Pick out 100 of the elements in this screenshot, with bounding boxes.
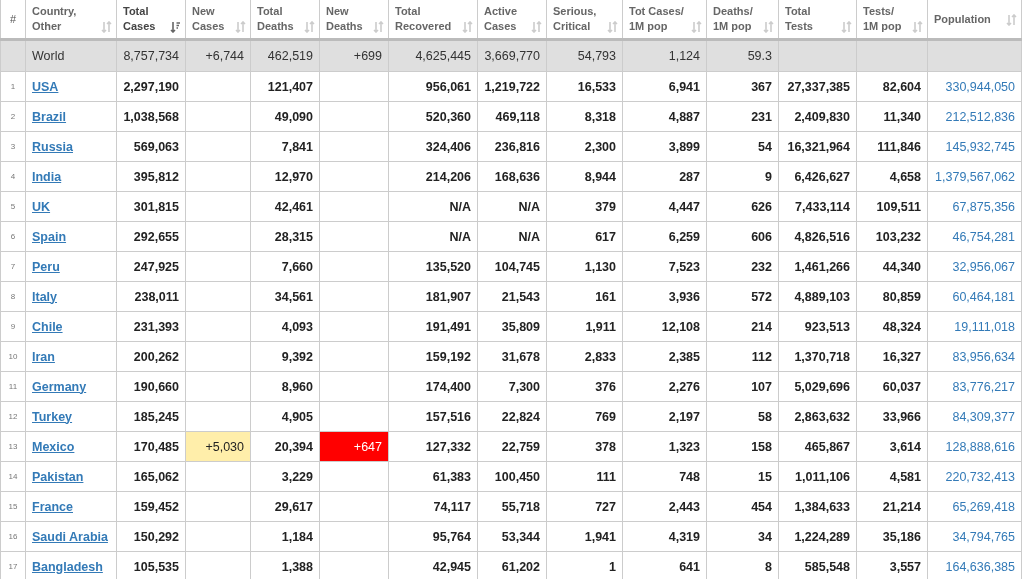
population-cell: 32,956,067 <box>927 251 1022 282</box>
total-recovered-cell: 157,516 <box>388 401 478 432</box>
active-cases-cell: 7,300 <box>477 371 547 402</box>
tests-per-million-cell: 60,037 <box>856 371 928 402</box>
total-cases-cell: 231,393 <box>116 311 186 342</box>
deaths-per-million-cell: 107 <box>706 371 779 402</box>
population-cell: 212,512,836 <box>927 101 1022 132</box>
deaths-per-million-cell: 34 <box>706 521 779 552</box>
total-tests-cell: 4,889,103 <box>778 281 857 312</box>
total-cases-cell: 301,815 <box>116 191 186 222</box>
total-cases-cell: 238,011 <box>116 281 186 312</box>
tests-per-million-cell: 80,859 <box>856 281 928 312</box>
sort-icon[interactable] <box>170 21 181 33</box>
total-cases-cell: 395,812 <box>116 161 186 192</box>
deaths-per-million-cell: 626 <box>706 191 779 222</box>
total-deaths-cell: 462,519 <box>250 39 320 72</box>
active-cases-cell: 236,816 <box>477 131 547 162</box>
active-cases-cell: 22,824 <box>477 401 547 432</box>
total-deaths-cell: 29,617 <box>250 491 320 522</box>
cases-per-million-cell: 6,259 <box>622 221 707 252</box>
total-tests-cell: 465,867 <box>778 431 857 462</box>
population-cell: 83,956,634 <box>927 341 1022 372</box>
deaths-per-million-cell: 59.3 <box>706 39 779 72</box>
total-deaths-cell: 20,394 <box>250 431 320 462</box>
country-link[interactable]: Italy <box>32 289 57 304</box>
total-recovered-cell: 191,491 <box>388 311 478 342</box>
total-tests-cell: 6,426,627 <box>778 161 857 192</box>
total-cases-cell: 8,757,734 <box>116 39 186 72</box>
new-cases-cell: +6,744 <box>185 39 251 72</box>
deaths-per-million-cell: 572 <box>706 281 779 312</box>
population-cell: 145,932,745 <box>927 131 1022 162</box>
country-link[interactable]: India <box>32 169 62 184</box>
serious-critical-cell: 769 <box>546 401 623 432</box>
tests-per-million-cell: 48,324 <box>856 311 928 342</box>
new-deaths-cell: +699 <box>319 39 389 72</box>
cases-per-million-cell: 2,443 <box>622 491 707 522</box>
serious-critical-cell: 727 <box>546 491 623 522</box>
rank-cell: 16 <box>0 521 26 552</box>
active-cases-cell: 31,678 <box>477 341 547 372</box>
total-recovered-cell: 956,061 <box>388 71 478 102</box>
total-cases-cell: 2,297,190 <box>116 71 186 102</box>
total-cases-cell: 200,262 <box>116 341 186 372</box>
cases-per-million-cell: 2,276 <box>622 371 707 402</box>
region-name: World <box>25 39 117 72</box>
new-deaths-cell: +647 <box>319 431 389 462</box>
total-recovered-cell: 135,520 <box>388 251 478 282</box>
tests-per-million-cell: 109,511 <box>856 191 928 222</box>
total-recovered-cell: 4,625,445 <box>388 39 478 72</box>
cases-per-million-cell: 4,447 <box>622 191 707 222</box>
serious-critical-cell: 161 <box>546 281 623 312</box>
active-cases-cell: 100,450 <box>477 461 547 492</box>
rank-cell: 12 <box>0 401 26 432</box>
rank-cell: 5 <box>0 191 26 222</box>
active-cases-cell: 53,344 <box>477 521 547 552</box>
active-cases-cell: 55,718 <box>477 491 547 522</box>
population-cell: 60,464,181 <box>927 281 1022 312</box>
tests-per-million-cell: 82,604 <box>856 71 928 102</box>
total-deaths-cell: 7,841 <box>250 131 320 162</box>
population-cell: 65,269,418 <box>927 491 1022 522</box>
serious-critical-cell: 2,300 <box>546 131 623 162</box>
deaths-per-million-cell: 232 <box>706 251 779 282</box>
population-cell: 34,794,765 <box>927 521 1022 552</box>
tests-per-million-cell: 111,846 <box>856 131 928 162</box>
deaths-per-million-cell: 15 <box>706 461 779 492</box>
total-cases-cell: 569,063 <box>116 131 186 162</box>
country-link[interactable]: Iran <box>32 349 55 364</box>
serious-critical-cell: 1,130 <box>546 251 623 282</box>
country-link[interactable]: USA <box>32 79 59 94</box>
total-tests-cell: 1,011,106 <box>778 461 857 492</box>
rank-cell: 10 <box>0 341 26 372</box>
total-tests-cell: 1,224,289 <box>778 521 857 552</box>
population-cell: 1,379,567,062 <box>927 161 1022 192</box>
total-recovered-cell: 95,764 <box>388 521 478 552</box>
population-cell: 83,776,217 <box>927 371 1022 402</box>
total-tests-cell: 7,433,114 <box>778 191 857 222</box>
active-cases-cell: 469,118 <box>477 101 547 132</box>
deaths-per-million-cell: 112 <box>706 341 779 372</box>
total-tests-cell: 5,029,696 <box>778 371 857 402</box>
total-cases-cell: 165,062 <box>116 461 186 492</box>
total-cases-cell: 150,292 <box>116 521 186 552</box>
population-cell: 330,944,050 <box>927 71 1022 102</box>
tests-per-million-cell: 33,966 <box>856 401 928 432</box>
country-link[interactable]: Spain <box>32 229 67 244</box>
tests-per-million-cell: 35,186 <box>856 521 928 552</box>
tests-per-million-cell: 3,614 <box>856 431 928 462</box>
total-deaths-cell: 12,970 <box>250 161 320 192</box>
active-cases-cell: 3,669,770 <box>477 39 547 72</box>
total-recovered-cell: 74,117 <box>388 491 478 522</box>
tests-per-million-cell: 16,327 <box>856 341 928 372</box>
total-recovered-cell: 324,406 <box>388 131 478 162</box>
active-cases-cell: 1,219,722 <box>477 71 547 102</box>
country-link[interactable]: Brazil <box>32 109 67 124</box>
country-link[interactable]: Chile <box>32 319 63 334</box>
serious-critical-cell: 617 <box>546 221 623 252</box>
total-deaths-cell: 9,392 <box>250 341 320 372</box>
country-link[interactable]: Peru <box>32 259 60 274</box>
total-cases-cell: 159,452 <box>116 491 186 522</box>
cases-per-million-cell: 4,887 <box>622 101 707 132</box>
country-link[interactable]: UK <box>32 199 51 214</box>
active-cases-cell: 21,543 <box>477 281 547 312</box>
